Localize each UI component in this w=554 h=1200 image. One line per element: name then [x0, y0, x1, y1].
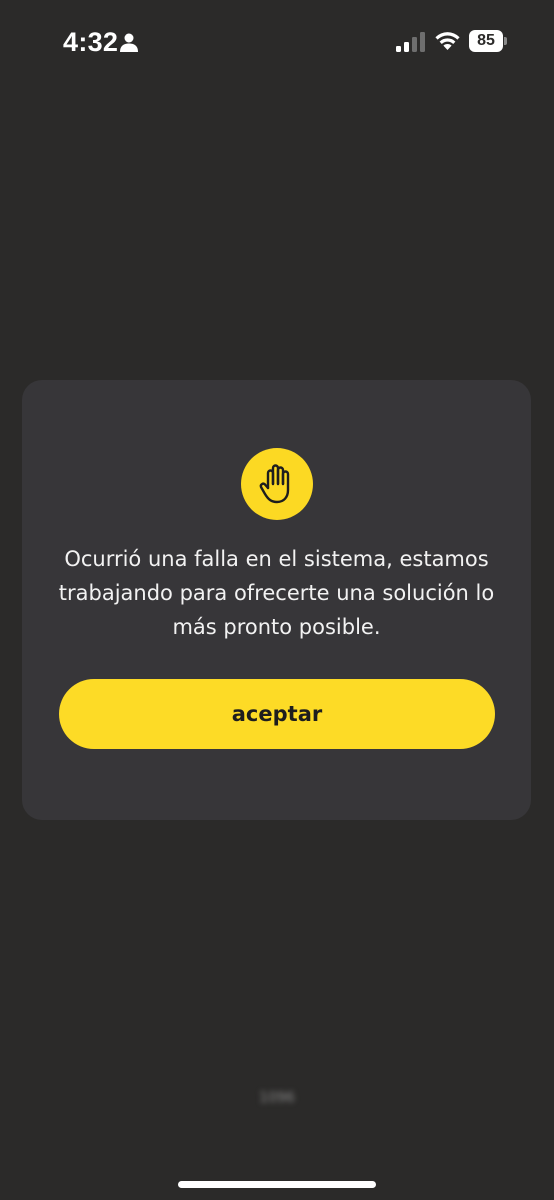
raised-hand-icon	[259, 464, 290, 504]
battery-icon: 85	[469, 30, 507, 52]
status-bar: 4:32 85	[0, 0, 554, 80]
error-message: Ocurrió una falla en el sistema, estamos…	[58, 547, 495, 639]
error-dialog: Ocurrió una falla en el sistema, estamos…	[22, 380, 531, 820]
accept-button[interactable]: aceptar	[59, 679, 495, 749]
hand-icon-badge	[241, 448, 313, 520]
accept-button-label: aceptar	[231, 702, 323, 726]
status-time: 4:32	[63, 27, 119, 57]
wifi-icon	[435, 32, 460, 50]
person-icon	[120, 33, 138, 52]
home-indicator[interactable]	[178, 1181, 376, 1188]
app-version-label: 1096	[259, 1090, 295, 1106]
cellular-signal-icon	[396, 32, 425, 52]
battery-cap	[504, 37, 507, 45]
battery-level: 85	[469, 30, 503, 52]
